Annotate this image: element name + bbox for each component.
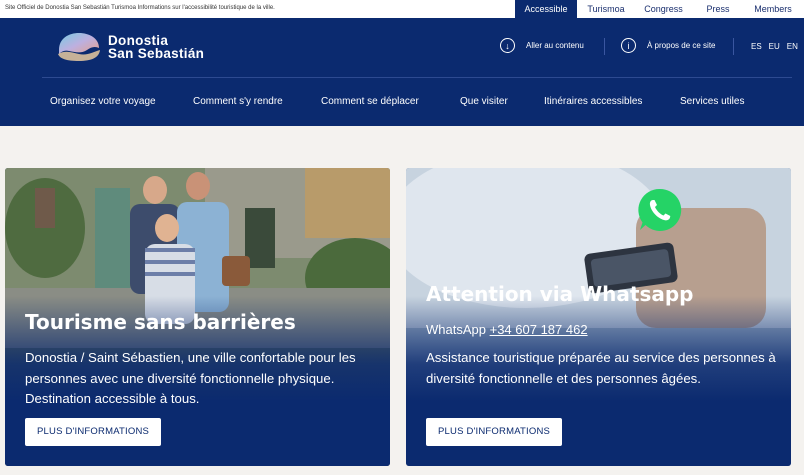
top-link-members[interactable]: Members <box>744 0 802 18</box>
nav-item-plan-trip[interactable]: Organisez votre voyage <box>50 96 156 107</box>
card-whatsapp-support[interactable]: Attention via Whatsapp WhatsApp +34 607 … <box>406 168 791 466</box>
header-divider <box>604 38 605 55</box>
about-link-label: À propos de ce site <box>647 41 716 50</box>
header-divider <box>733 38 734 55</box>
logo-line-2: San Sebastián <box>108 46 205 61</box>
more-info-button[interactable]: PLUS D'INFORMATIONS <box>25 418 162 446</box>
lang-en[interactable]: EN <box>787 42 798 51</box>
about-site-link[interactable]: i À propos de ce site <box>621 38 715 53</box>
phone-number-link[interactable]: +34 607 187 462 <box>490 322 588 337</box>
header-rule <box>42 77 792 78</box>
card-title: Attention via Whatsapp <box>426 282 694 306</box>
top-link-accessible[interactable]: Accessible <box>515 0 577 18</box>
skip-link-label: Aller au contenu <box>526 41 584 50</box>
top-links: Accessible Turismoa Congress Press Membe… <box>515 0 802 18</box>
info-circle-icon: i <box>621 38 636 53</box>
card-accessible-tourism[interactable]: Tourisme sans barrières Donostia / Saint… <box>5 168 390 466</box>
whatsapp-icon <box>638 188 682 231</box>
site-header: Donostia San Sebastián ↓ Aller au conten… <box>0 18 804 126</box>
whatsapp-phone-line: WhatsApp +34 607 187 462 <box>426 322 588 337</box>
phone-prefix: WhatsApp <box>426 322 486 337</box>
top-link-congress[interactable]: Congress <box>635 0 692 18</box>
logo-icon[interactable] <box>55 30 103 62</box>
logo-wordmark[interactable]: Donostia San Sebastián <box>108 34 205 61</box>
skip-to-content-link[interactable]: ↓ Aller au contenu <box>500 38 584 53</box>
lang-eu[interactable]: EU <box>769 42 780 51</box>
top-bar: Site Officiel de Donostia San Sebastián … <box>0 0 804 18</box>
card-description: Assistance touristique préparée au servi… <box>426 350 776 386</box>
nav-item-getting-around[interactable]: Comment se déplacer <box>321 96 419 107</box>
top-link-turismoa[interactable]: Turismoa <box>577 0 635 18</box>
arrow-down-circle-icon: ↓ <box>500 38 515 53</box>
nav-item-what-to-visit[interactable]: Que visiter <box>460 96 508 107</box>
nav-item-getting-there[interactable]: Comment s'y rendre <box>193 96 283 107</box>
top-link-press[interactable]: Press <box>692 0 744 18</box>
official-site-text: Site Officiel de Donostia San Sebastián … <box>5 5 275 11</box>
more-info-button[interactable]: PLUS D'INFORMATIONS <box>426 418 563 446</box>
card-title: Tourisme sans barrières <box>25 310 296 334</box>
main-nav: Organisez votre voyage Comment s'y rendr… <box>0 96 804 110</box>
nav-item-accessible-routes[interactable]: Itinéraires accessibles <box>544 96 642 107</box>
language-switcher: ES EU EN <box>751 42 798 51</box>
nav-item-useful-services[interactable]: Services utiles <box>680 96 744 107</box>
lang-es[interactable]: ES <box>751 42 762 51</box>
card-description: Donostia / Saint Sébastien, une ville co… <box>25 350 356 406</box>
